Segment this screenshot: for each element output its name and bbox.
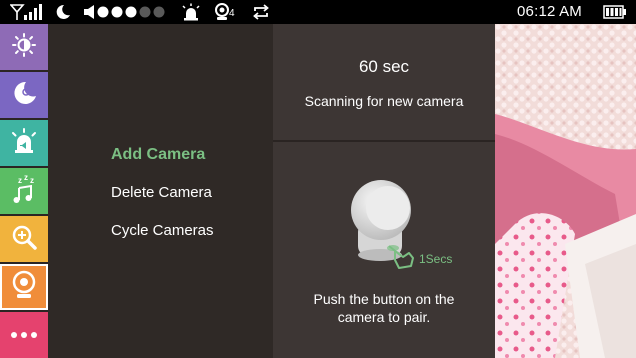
pairing-panel: 60 sec Scanning for new camera 1Secs Pus… — [273, 24, 495, 358]
svg-text:z: z — [18, 176, 22, 185]
hold-time-label: 1Secs — [419, 252, 453, 266]
sidebar-item-alert[interactable] — [0, 120, 48, 166]
lullaby-icon: z z z — [9, 173, 39, 209]
sidebar-item-brightness[interactable] — [0, 24, 48, 70]
press-hand-icon — [387, 245, 414, 269]
alarm-icon — [181, 2, 201, 22]
menu-item-delete-camera[interactable]: Delete Camera — [111, 184, 212, 201]
night-mode-icon — [55, 2, 71, 22]
volume-dot — [125, 6, 137, 18]
camera-icon — [10, 270, 38, 305]
monitor-screen: 4 06:12 AM z z z Add Camera Delete Camer… — [0, 0, 636, 358]
status-bar: 4 06:12 AM — [0, 0, 636, 24]
volume-dot — [111, 6, 123, 18]
svg-text:z: z — [30, 176, 34, 185]
scan-status-text: Scanning for new camera — [304, 93, 464, 109]
camera-menu: Add Camera Delete Camera Cycle Cameras — [48, 24, 273, 358]
pair-instruction-text: Push the button on the camera to pair. — [313, 291, 455, 325]
zoom-icon — [10, 223, 38, 256]
sidebar-item-zoom[interactable] — [0, 216, 48, 262]
repeat-icon — [252, 2, 270, 22]
volume-level-dots — [97, 2, 167, 22]
sidebar-item-lullaby[interactable]: z z z — [0, 168, 48, 214]
parent-unit-icon — [214, 2, 230, 22]
night-light-icon — [10, 79, 38, 112]
svg-text:z: z — [24, 174, 28, 182]
menu-item-cycle-cameras[interactable]: Cycle Cameras — [111, 222, 214, 239]
signal-wifi-icon — [10, 2, 42, 22]
volume-dot — [97, 6, 109, 18]
sidebar-item-night-light[interactable] — [0, 72, 48, 118]
volume-dot — [139, 6, 151, 18]
sidebar-item-camera[interactable] — [0, 264, 48, 310]
panel-divider — [273, 140, 495, 142]
menu-item-add-camera[interactable]: Add Camera — [111, 146, 205, 164]
brightness-icon — [11, 32, 37, 63]
scan-status-area: 60 sec Scanning for new camera — [273, 24, 495, 139]
sidebar-item-more[interactable] — [0, 312, 48, 358]
countdown-text: 60 sec — [358, 57, 410, 76]
clock-time: 06:12 AM — [517, 3, 582, 20]
parent-unit-count: 4 — [229, 8, 235, 19]
more-icon — [10, 326, 38, 344]
camera-feed — [495, 24, 636, 358]
sidebar: z z z — [0, 24, 48, 358]
battery-icon — [603, 2, 627, 22]
volume-dot — [153, 6, 165, 18]
alert-icon — [9, 127, 39, 160]
